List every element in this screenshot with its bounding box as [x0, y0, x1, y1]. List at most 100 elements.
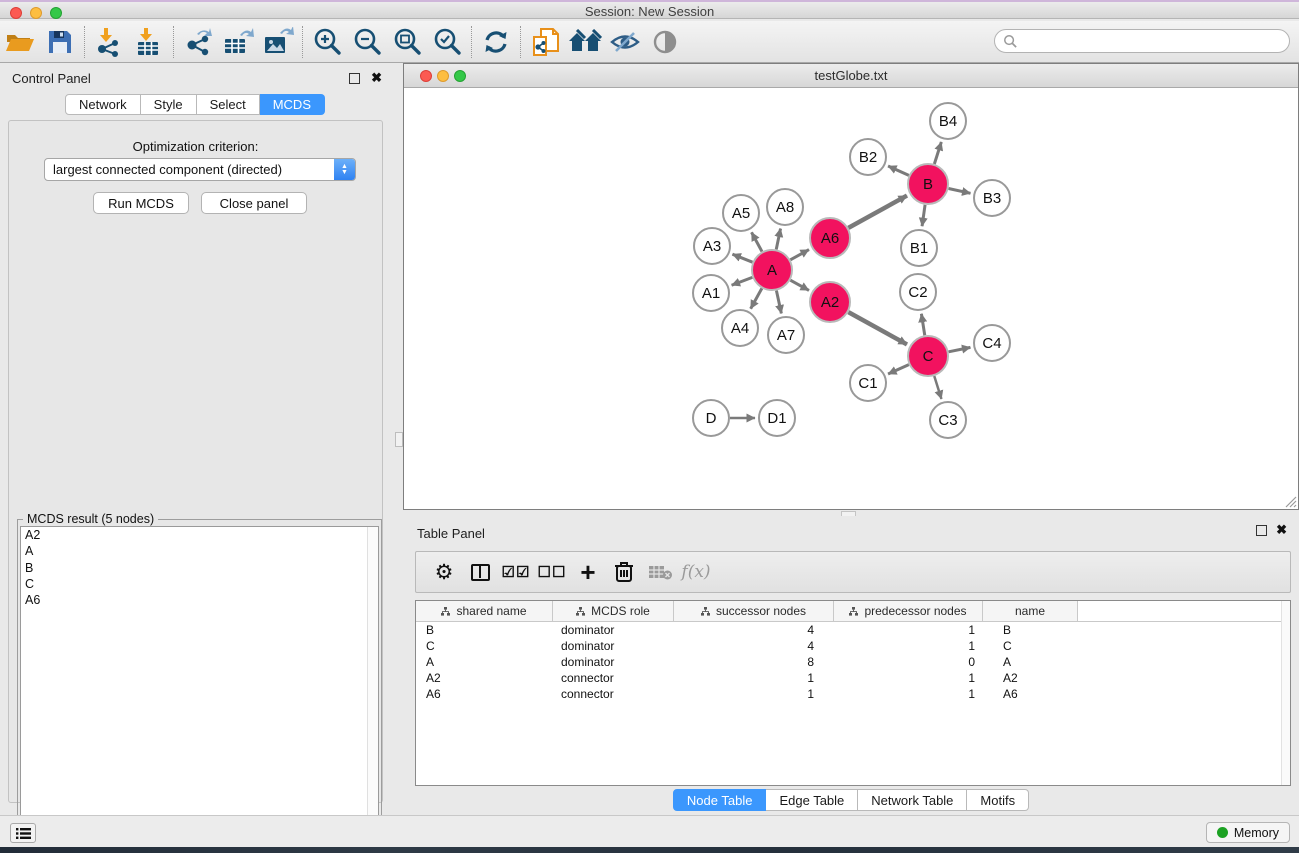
- edge-B-B4[interactable]: [934, 142, 941, 164]
- memory-button[interactable]: Memory: [1206, 822, 1290, 843]
- table-cell[interactable]: A6: [416, 687, 553, 701]
- edge-C-C3[interactable]: [934, 376, 941, 399]
- table-cell[interactable]: A2: [983, 671, 1078, 685]
- table-cell[interactable]: A2: [416, 671, 553, 685]
- node-table[interactable]: shared nameMCDS rolesuccessor nodesprede…: [415, 600, 1291, 786]
- edge-A-A4[interactable]: [751, 288, 762, 308]
- table-cell[interactable]: C: [416, 639, 553, 653]
- clone-network-button[interactable]: [525, 24, 565, 60]
- tab-network[interactable]: Network: [65, 94, 141, 115]
- column-header-predecessor-nodes[interactable]: predecessor nodes: [834, 601, 983, 621]
- task-history-button[interactable]: [10, 823, 36, 843]
- table-cell[interactable]: A6: [983, 687, 1078, 701]
- export-network-button[interactable]: [178, 24, 218, 60]
- tab-edge-table[interactable]: Edge Table: [766, 789, 858, 811]
- network-window-titlebar[interactable]: testGlobe.txt: [404, 64, 1298, 88]
- column-header-MCDS-role[interactable]: MCDS role: [553, 601, 674, 621]
- table-cell[interactable]: 1: [834, 671, 983, 685]
- mcds-result-item[interactable]: C: [21, 576, 378, 592]
- float-panel-icon[interactable]: [349, 73, 360, 84]
- list-scrollbar[interactable]: [367, 527, 378, 850]
- zoom-in-button[interactable]: [307, 24, 347, 60]
- table-row[interactable]: Bdominator41B: [416, 622, 1290, 638]
- edge-A-A6[interactable]: [790, 250, 809, 260]
- edge-A2-C[interactable]: [848, 312, 907, 344]
- mcds-result-item[interactable]: A: [21, 543, 378, 559]
- add-row-button[interactable]: +: [570, 555, 606, 589]
- table-cell[interactable]: 1: [834, 639, 983, 653]
- vertical-splitter-handle[interactable]: [395, 432, 403, 447]
- table-cell[interactable]: 1: [834, 687, 983, 701]
- home-button[interactable]: [565, 24, 605, 60]
- mcds-result-item[interactable]: A6: [21, 592, 378, 608]
- table-cell[interactable]: 1: [834, 623, 983, 637]
- table-cell[interactable]: 0: [834, 655, 983, 669]
- tab-style[interactable]: Style: [141, 94, 197, 115]
- tab-select[interactable]: Select: [197, 94, 260, 115]
- zoom-out-button[interactable]: [347, 24, 387, 60]
- table-cell[interactable]: 4: [674, 639, 834, 653]
- open-file-button[interactable]: [0, 24, 40, 60]
- table-cell[interactable]: dominator: [553, 655, 674, 669]
- export-table-button[interactable]: [218, 24, 258, 60]
- table-cell[interactable]: 8: [674, 655, 834, 669]
- mcds-result-item[interactable]: A2: [21, 527, 378, 543]
- table-cell[interactable]: connector: [553, 671, 674, 685]
- delete-row-button[interactable]: [606, 555, 642, 589]
- edge-A-A8[interactable]: [776, 229, 780, 250]
- table-row[interactable]: A6connector11A6: [416, 686, 1290, 702]
- column-header-successor-nodes[interactable]: successor nodes: [674, 601, 834, 621]
- column-header-name[interactable]: name: [983, 601, 1078, 621]
- zoom-selected-button[interactable]: [427, 24, 467, 60]
- resize-grip-icon[interactable]: [1283, 494, 1297, 508]
- search-input[interactable]: [994, 29, 1290, 53]
- edge-C-C1[interactable]: [888, 365, 909, 374]
- edge-A-A7[interactable]: [776, 291, 781, 314]
- edge-C-C2[interactable]: [921, 314, 924, 336]
- import-table-button[interactable]: [129, 24, 169, 60]
- table-cell[interactable]: dominator: [553, 623, 674, 637]
- table-cell[interactable]: dominator: [553, 639, 674, 653]
- table-cell[interactable]: A: [983, 655, 1078, 669]
- edge-A6-B[interactable]: [848, 196, 907, 228]
- run-mcds-button[interactable]: Run MCDS: [93, 192, 189, 214]
- refresh-button[interactable]: [476, 24, 516, 60]
- edge-A-A5[interactable]: [752, 232, 762, 251]
- table-row[interactable]: A2connector11A2: [416, 670, 1290, 686]
- show-columns-button[interactable]: [462, 555, 498, 589]
- table-cell[interactable]: B: [983, 623, 1078, 637]
- edge-B-B1[interactable]: [922, 205, 925, 226]
- import-network-button[interactable]: [89, 24, 129, 60]
- save-session-button[interactable]: [40, 24, 80, 60]
- edge-B-B2[interactable]: [888, 166, 909, 175]
- table-cell[interactable]: 1: [674, 687, 834, 701]
- close-panel-button[interactable]: Close panel: [201, 192, 307, 214]
- close-table-panel-icon[interactable]: ✖: [1276, 522, 1287, 538]
- delete-table-button[interactable]: [642, 555, 678, 589]
- table-cell[interactable]: C: [983, 639, 1078, 653]
- criterion-select[interactable]: largest connected component (directed) ▲…: [44, 158, 356, 181]
- table-cell[interactable]: B: [416, 623, 553, 637]
- hide-panels-button[interactable]: [605, 24, 645, 60]
- mcds-result-item[interactable]: B: [21, 560, 378, 576]
- tab-node-table[interactable]: Node Table: [673, 789, 767, 811]
- tab-mcds[interactable]: MCDS: [260, 94, 325, 115]
- table-cell[interactable]: 4: [674, 623, 834, 637]
- export-image-button[interactable]: [258, 24, 298, 60]
- table-row[interactable]: Adominator80A: [416, 654, 1290, 670]
- edge-A-A2[interactable]: [790, 280, 809, 290]
- table-scrollbar[interactable]: [1281, 601, 1290, 785]
- close-panel-icon[interactable]: ✖: [371, 70, 382, 86]
- edge-B-B3[interactable]: [949, 188, 971, 193]
- function-builder-button[interactable]: f(x): [678, 555, 714, 589]
- tab-motifs[interactable]: Motifs: [967, 789, 1029, 811]
- zoom-fit-button[interactable]: [387, 24, 427, 60]
- mcds-result-list[interactable]: A2ABCA6: [20, 526, 379, 851]
- float-table-panel-icon[interactable]: [1256, 525, 1267, 536]
- table-cell[interactable]: connector: [553, 687, 674, 701]
- select-all-button[interactable]: ☑☑: [498, 555, 534, 589]
- table-cell[interactable]: 1: [674, 671, 834, 685]
- edge-A-A3[interactable]: [732, 254, 752, 262]
- tab-network-table[interactable]: Network Table: [858, 789, 967, 811]
- network-graph-canvas[interactable]: AA6A2BCA5A8A3A1A4A7B2B4B3B1C2C1C4C3DD1: [404, 88, 1298, 509]
